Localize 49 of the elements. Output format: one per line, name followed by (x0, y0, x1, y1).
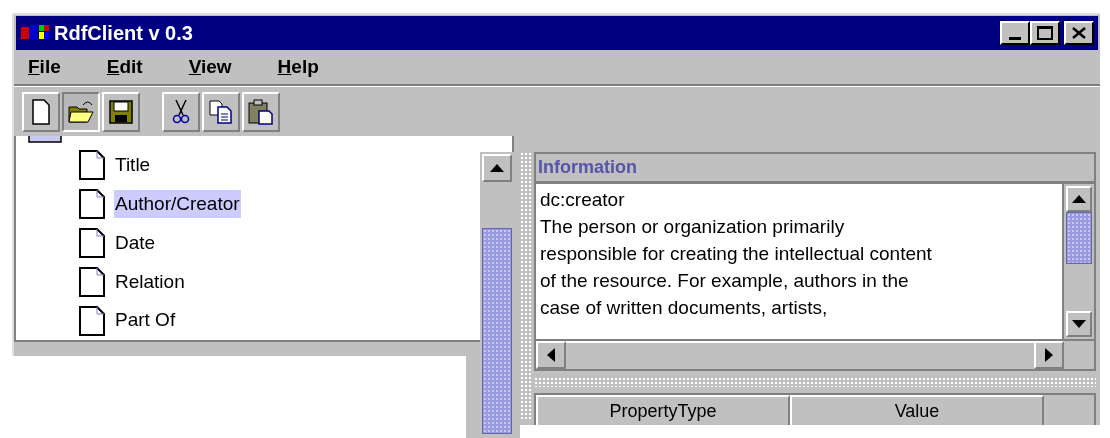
scroll-thumb[interactable] (482, 228, 512, 434)
scroll-up-button[interactable] (1066, 186, 1092, 212)
panel-title: Information (538, 156, 637, 179)
window-title: RdfClient v 0.3 (54, 21, 193, 46)
splitter-handle[interactable] (520, 152, 532, 420)
column-header[interactable]: PropertyType (536, 395, 790, 427)
vertical-scrollbar[interactable] (480, 152, 516, 434)
tree-item[interactable]: Part Of (114, 306, 177, 335)
info-vertical-scrollbar[interactable] (1062, 184, 1094, 339)
menu-item[interactable]: Edit (106, 52, 143, 82)
page-icon (78, 188, 106, 221)
new-button[interactable] (22, 91, 60, 132)
scroll-left-button[interactable] (536, 341, 566, 369)
tree-item[interactable]: Author/Creator (114, 189, 241, 219)
horizontal-scrollbar[interactable] (534, 341, 1096, 371)
copy-button[interactable] (202, 91, 240, 132)
cut-button[interactable] (162, 91, 200, 132)
up-arrow-icon (490, 164, 504, 172)
page-icon (78, 227, 106, 259)
column-header[interactable]: Value (790, 395, 1044, 427)
left-arrow-icon (547, 348, 555, 362)
scroll-down-button[interactable] (1066, 311, 1092, 337)
clipboard-icon (246, 96, 276, 127)
page-icon (78, 304, 106, 337)
open-button[interactable] (62, 91, 100, 132)
minimize-button[interactable] (1000, 21, 1030, 45)
paste-button[interactable] (242, 91, 280, 132)
scroll-up-button[interactable] (482, 154, 512, 182)
close-icon (1072, 27, 1086, 39)
menu-item[interactable]: View (188, 52, 232, 82)
property-description: The person or organization primarily responsible for creating the intellectual content of the resource. For example, authors in the case of written documents, artists, (540, 215, 933, 320)
maximize-button[interactable] (1030, 21, 1060, 45)
scroll-right-button[interactable] (1034, 341, 1064, 369)
up-arrow-icon (1072, 195, 1086, 203)
splitter-handle[interactable] (534, 377, 1096, 387)
tree-item[interactable]: Date (114, 228, 157, 258)
property-term: dc:creator (540, 188, 626, 212)
right-arrow-icon (1045, 348, 1053, 362)
page-icon (78, 149, 106, 182)
page-icon (78, 265, 106, 298)
close-button[interactable] (1064, 21, 1094, 45)
down-arrow-icon (1072, 320, 1086, 328)
scroll-thumb[interactable] (1066, 212, 1092, 264)
root-node-icon (28, 136, 64, 146)
save-button[interactable] (102, 91, 140, 132)
menu-item[interactable]: Help (277, 52, 319, 82)
tree-item[interactable]: Relation (114, 267, 186, 297)
menu-item[interactable]: File (28, 52, 61, 82)
tree-item[interactable]: Title (114, 151, 152, 180)
